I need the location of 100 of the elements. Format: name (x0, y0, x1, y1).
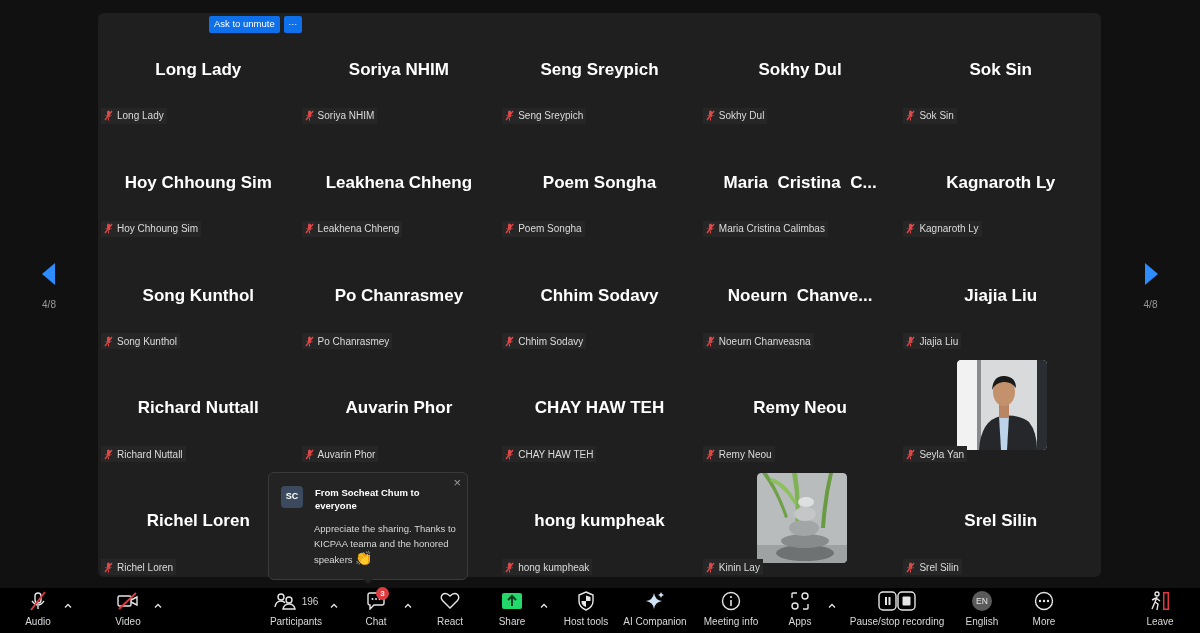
participant-name: Richel Loren (145, 510, 251, 533)
language-button[interactable]: EN English (958, 590, 1006, 631)
muted-mic-icon (505, 561, 515, 573)
muted-mic-icon (104, 561, 113, 573)
participant-label: Seyla Yan (919, 447, 965, 462)
info-icon (721, 591, 741, 611)
unread-count-badge: 3 (376, 587, 389, 600)
ask-to-unmute-button[interactable]: Ask to unmute (209, 16, 280, 33)
muted-mic-icon (304, 223, 314, 235)
participant-label: Sok Sin (919, 109, 954, 124)
muted-mic-icon (104, 223, 113, 235)
muted-mic-icon (906, 110, 916, 122)
participant-label: Sokhy Dul (718, 109, 765, 124)
record-button[interactable]: Pause/stop recording (850, 590, 944, 631)
muted-mic-icon (705, 223, 715, 235)
participant-label: Richard Nuttall (117, 447, 183, 462)
participant-label: Richel Loren (117, 560, 174, 575)
participant-name: Long Lady (154, 59, 243, 81)
caret-icon[interactable] (64, 602, 72, 608)
participant-name: Po Chanrasmey (333, 284, 465, 307)
message-text: Appreciate the sharing. Thanks to KICPAA teama and the honored speakers 👏 (314, 522, 457, 567)
caret-icon[interactable] (404, 602, 412, 608)
participant-name: Hoy Chhoung Sim (123, 171, 273, 194)
react-button[interactable]: React (426, 590, 474, 631)
participant-name: Chhim Sodavy (539, 284, 660, 307)
participant-label: Maria Cristina Calimbas (718, 222, 825, 237)
participant-count: 196 (301, 594, 319, 609)
share-button[interactable]: Share (488, 590, 536, 631)
participant-name: Kagnaroth Ly (945, 171, 1057, 194)
participant-name: Srel Silin (963, 510, 1039, 533)
muted-mic-icon (104, 448, 113, 460)
participant-label: Kinin Lay (718, 560, 760, 575)
participant-name: hong kumpheak (533, 510, 666, 533)
participant-name: Sok Sin (968, 59, 1033, 81)
participant-label: Srel Silin (919, 560, 959, 575)
muted-mic-icon (505, 110, 515, 122)
participant-label: Auvarin Phor (317, 447, 376, 462)
muted-mic-icon (705, 110, 715, 122)
muted-mic-icon (505, 223, 515, 235)
participant-label: Po Chanrasmey (317, 334, 390, 349)
caret-icon[interactable] (154, 602, 162, 608)
participant-name: Poem Songha (541, 171, 658, 194)
participant-label: Seng Sreypich (518, 109, 584, 124)
caret-icon[interactable] (828, 602, 836, 608)
message-sender: From Socheat Chum to everyone (315, 486, 421, 512)
participant-label: hong kumpheak (518, 560, 590, 575)
muted-mic-icon (104, 110, 113, 122)
shield-icon (577, 591, 595, 611)
participant-name: Noeurn Chanve... (726, 284, 874, 307)
participant-name: Leakhena Chheng (324, 171, 474, 194)
previous-page-arrow-icon[interactable] (42, 263, 56, 285)
more-icon (1034, 591, 1054, 611)
participant-name: Sokhy Dul (757, 59, 843, 81)
info-button[interactable]: Meeting info (700, 590, 762, 631)
participant-label: Jiajia Liu (919, 334, 959, 349)
participant-label: Chhim Sodavy (518, 334, 584, 349)
muted-mic-icon (906, 335, 916, 347)
video-button[interactable]: Video (106, 590, 150, 631)
muted-mic-icon (906, 448, 916, 460)
participant-label: Hoy Chhoung Sim (117, 222, 199, 237)
video-off-icon (117, 592, 139, 610)
muted-mic-icon (104, 335, 113, 347)
ai-button[interactable]: AI Companion (624, 590, 686, 631)
apps-icon (790, 591, 810, 611)
pause-stop-recording-icon (878, 591, 916, 611)
participant-name: Maria Cristina C... (722, 171, 878, 194)
participant-name: Richard Nuttall (136, 397, 260, 420)
next-page-arrow-icon[interactable] (1143, 263, 1158, 285)
audio-button[interactable]: Audio (16, 590, 60, 631)
sender-avatar: SC (281, 486, 303, 508)
participant-name: CHAY HAW TEH (533, 397, 666, 420)
page-indicator: 4/8 (1143, 298, 1158, 312)
participants-icon (273, 592, 296, 610)
caret-icon[interactable] (540, 602, 548, 608)
leave-icon (1149, 591, 1171, 611)
participants-button[interactable]: 196 Participants (266, 590, 326, 631)
participant-label: Long Lady (117, 109, 164, 124)
muted-mic-icon (906, 223, 916, 235)
participant-name: Song Kunthol (141, 284, 255, 307)
page-indicator: 4/8 (42, 298, 56, 312)
more-button[interactable]: More (1020, 590, 1068, 631)
participant-label: Poem Songha (518, 222, 582, 237)
caret-icon[interactable] (330, 602, 338, 608)
participant-name: Remy Neou (752, 397, 848, 420)
chat-button[interactable]: 3 Chat (352, 590, 400, 631)
participant-name: Seng Sreypich (539, 59, 660, 81)
more-options-button[interactable]: ··· (283, 16, 302, 33)
muted-mic-icon (705, 561, 715, 573)
muted-mic-icon (304, 110, 314, 122)
close-button[interactable]: × (453, 476, 461, 489)
participant-name: Soriya NHIM (347, 59, 450, 81)
muted-mic-icon (505, 335, 515, 347)
apps-button[interactable]: Apps (776, 590, 824, 631)
participant-label: Soriya NHIM (317, 109, 375, 124)
leave-button[interactable]: Leave (1140, 590, 1180, 631)
participant-label: Noeurn Chanveasna (718, 334, 811, 349)
host-button[interactable]: Host tools (562, 590, 610, 631)
participant-name: Jiajia Liu (963, 284, 1039, 307)
muted-mic-icon (304, 448, 314, 460)
share-screen-icon (501, 592, 523, 610)
